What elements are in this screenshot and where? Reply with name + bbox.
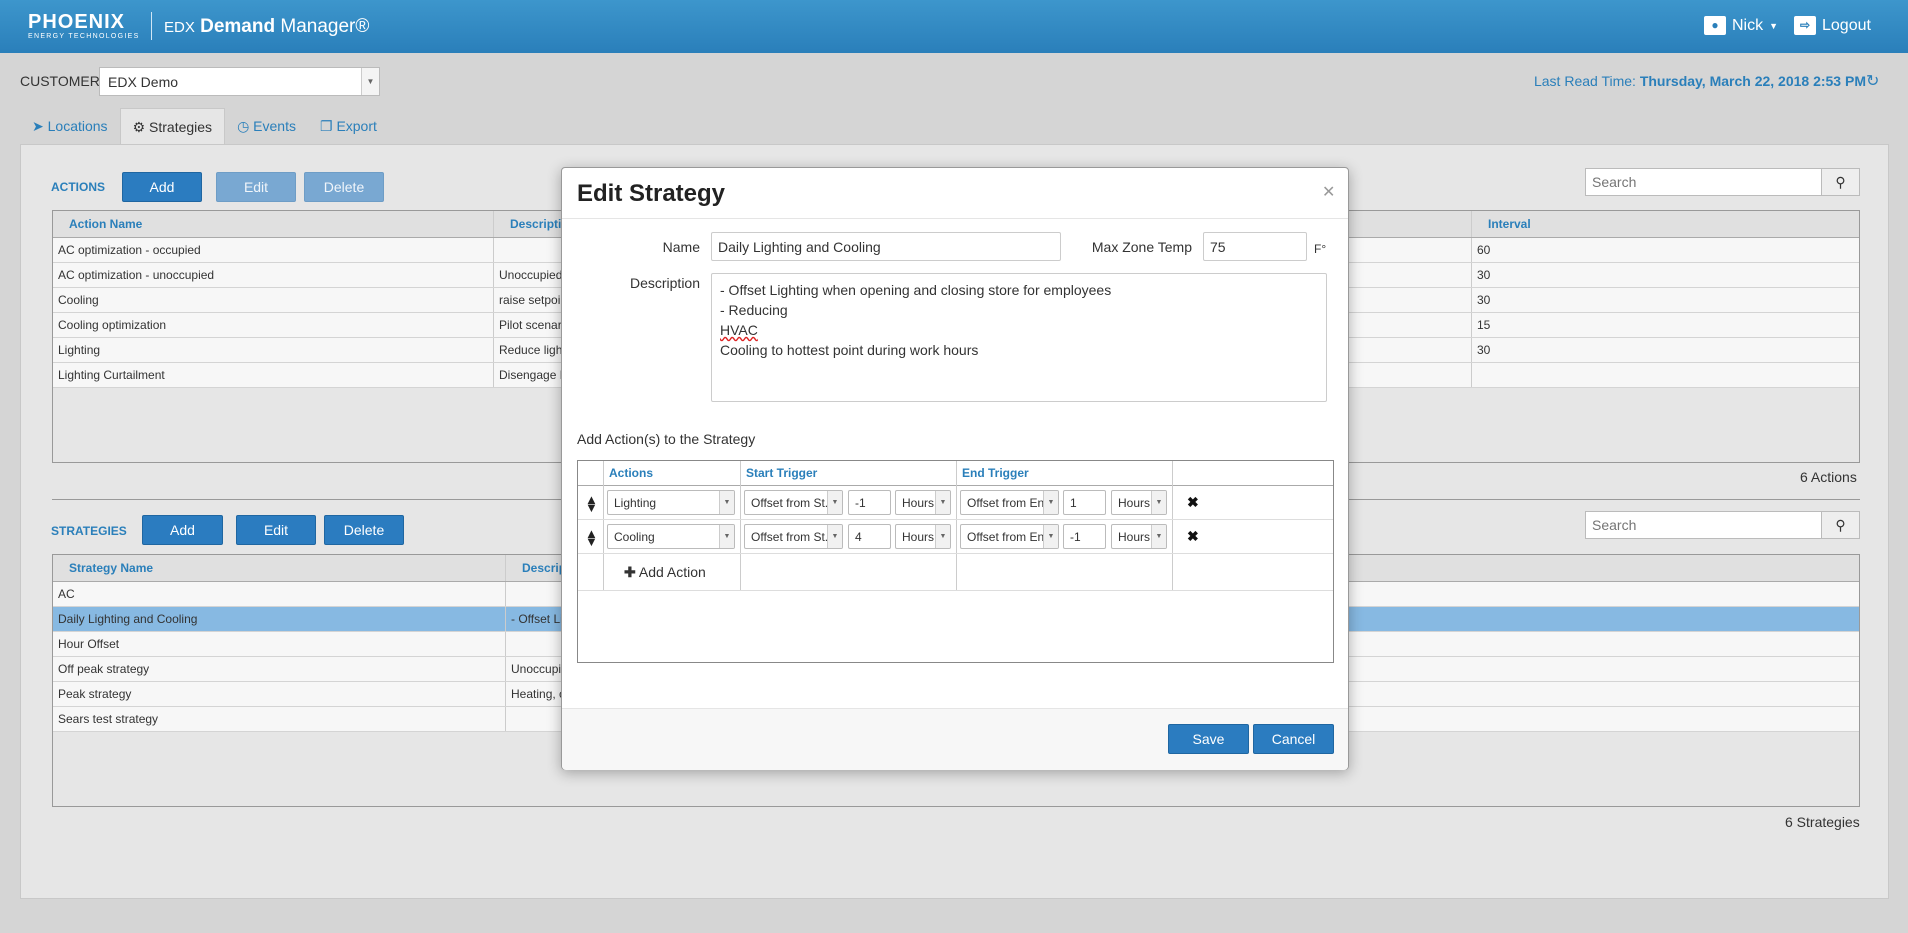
add-actions-label: Add Action(s) to the Strategy bbox=[577, 431, 756, 447]
start-trigger-select[interactable]: Offset from St... ▼ bbox=[744, 490, 843, 515]
strategies-delete-button[interactable]: Delete bbox=[324, 515, 404, 545]
end-offset-input[interactable]: 1 bbox=[1063, 490, 1106, 515]
col-interval[interactable]: Interval bbox=[1472, 211, 1859, 237]
logout-icon: ⇨ bbox=[1794, 16, 1816, 35]
name-input[interactable]: Daily Lighting and Cooling bbox=[711, 232, 1061, 261]
logout-button[interactable]: ⇨ Logout bbox=[1794, 16, 1871, 35]
modal-title: Edit Strategy bbox=[577, 180, 726, 207]
clock-icon: ◷ bbox=[237, 118, 250, 134]
search-icon[interactable]: ⚲ bbox=[1821, 512, 1859, 538]
strategies-search: ⚲ bbox=[1585, 511, 1860, 539]
app-title: EDX Demand Manager® bbox=[164, 16, 370, 37]
action-select[interactable]: Cooling ▼ bbox=[607, 524, 735, 549]
strategy-action-row: ▲ ▼ Cooling ▼ Offset from St... ▼ 4 Hours ▼ … bbox=[578, 520, 1333, 554]
tab-export[interactable]: ❐ Export bbox=[308, 108, 389, 144]
start-trigger-select[interactable]: Offset from St... ▼ bbox=[744, 524, 843, 549]
user-menu[interactable]: ● Nick ▼ bbox=[1704, 16, 1778, 35]
actions-count: 6 Actions bbox=[1800, 469, 1857, 485]
dropdown-arrow-icon: ▼ bbox=[1043, 525, 1058, 548]
actions-search-input[interactable] bbox=[1586, 169, 1821, 195]
strategy-action-row: ▲ ▼ Lighting ▼ Offset from St... ▼ -1 Hours… bbox=[578, 486, 1333, 520]
max-zone-temp-label: Max Zone Temp bbox=[1091, 239, 1192, 255]
start-offset-input[interactable]: 4 bbox=[848, 524, 891, 549]
strategies-title: STRATEGIES bbox=[51, 524, 127, 538]
temp-unit-label: F° bbox=[1314, 242, 1327, 256]
dropdown-arrow-icon: ▼ bbox=[827, 491, 842, 514]
col-action-name[interactable]: Action Name bbox=[53, 211, 494, 237]
customer-select[interactable]: EDX Demo ▼ bbox=[99, 67, 380, 96]
dropdown-arrow-icon: ▼ bbox=[1043, 491, 1058, 514]
dropdown-arrow-icon: ▼ bbox=[935, 491, 950, 514]
save-button[interactable]: Save bbox=[1168, 724, 1249, 754]
gear-icon: ⚙ bbox=[132, 119, 146, 135]
strategies-search-input[interactable] bbox=[1586, 512, 1821, 538]
strategies-edit-button[interactable]: Edit bbox=[236, 515, 316, 545]
max-zone-temp-input[interactable]: 75 bbox=[1203, 232, 1307, 261]
end-trigger-select[interactable]: Offset from End ▼ bbox=[960, 524, 1059, 549]
caret-down-icon: ▼ bbox=[1769, 20, 1779, 31]
dropdown-arrow-icon: ▼ bbox=[719, 525, 734, 548]
search-icon[interactable]: ⚲ bbox=[1821, 169, 1859, 195]
strategies-count: 6 Strategies bbox=[1785, 814, 1860, 830]
customer-label: CUSTOMER bbox=[20, 73, 100, 89]
tab-locations[interactable]: ➤ Locations bbox=[20, 108, 120, 144]
phoenix-logo: PHOENIX ENERGY TECHNOLOGIES bbox=[28, 11, 140, 40]
dropdown-arrow-icon: ▼ bbox=[827, 525, 842, 548]
plus-icon: ✚ bbox=[624, 564, 636, 580]
remove-action-icon[interactable]: ✖ bbox=[1187, 494, 1199, 511]
modal-header-divider bbox=[562, 218, 1348, 219]
strategies-add-button[interactable]: Add bbox=[142, 515, 223, 545]
end-trigger-select[interactable]: Offset from End ▼ bbox=[960, 490, 1059, 515]
actions-delete-button[interactable]: Delete bbox=[304, 172, 384, 202]
refresh-icon[interactable]: ↻ bbox=[1866, 71, 1879, 91]
tab-events[interactable]: ◷ Events bbox=[225, 108, 308, 144]
cancel-button[interactable]: Cancel bbox=[1253, 724, 1334, 754]
strategy-actions-table: Actions Start Trigger End Trigger ▲ ▼ Lig… bbox=[577, 460, 1334, 663]
end-offset-input[interactable]: -1 bbox=[1063, 524, 1106, 549]
col-actions: Actions bbox=[609, 466, 654, 480]
top-bar: PHOENIX ENERGY TECHNOLOGIES EDX Demand M… bbox=[0, 0, 1908, 53]
copy-icon: ❐ bbox=[319, 118, 333, 134]
actions-edit-button[interactable]: Edit bbox=[216, 172, 296, 202]
remove-action-icon[interactable]: ✖ bbox=[1187, 528, 1199, 545]
close-icon[interactable]: ✕ bbox=[1322, 182, 1335, 202]
user-icon: ● bbox=[1704, 16, 1726, 35]
sort-handle-icon[interactable]: ▲ ▼ bbox=[585, 527, 598, 548]
start-unit-select[interactable]: Hours ▼ bbox=[895, 490, 951, 515]
start-unit-select[interactable]: Hours ▼ bbox=[895, 524, 951, 549]
actions-add-button[interactable]: Add bbox=[122, 172, 202, 202]
action-select[interactable]: Lighting ▼ bbox=[607, 490, 735, 515]
last-read-time: Last Read Time: Thursday, March 22, 2018… bbox=[1533, 73, 1866, 89]
actions-search: ⚲ bbox=[1585, 168, 1860, 196]
col-strategy-name[interactable]: Strategy Name bbox=[53, 555, 506, 581]
dropdown-arrow-icon: ▼ bbox=[935, 525, 950, 548]
dropdown-arrow-icon: ▼ bbox=[719, 491, 734, 514]
main-tabs: ➤ Locations ⚙ Strategies ◷ Events ❐ Expo… bbox=[20, 108, 389, 144]
tab-strategies[interactable]: ⚙ Strategies bbox=[119, 108, 226, 144]
location-arrow-icon: ➤ bbox=[32, 118, 44, 134]
add-action-button[interactable]: ✚ Add Action bbox=[624, 564, 706, 581]
dropdown-arrow-icon: ▼ bbox=[1151, 491, 1166, 514]
col-end-trigger: End Trigger bbox=[962, 466, 1029, 480]
edit-strategy-modal: Edit Strategy ✕ Name Daily Lighting and … bbox=[561, 167, 1349, 770]
dropdown-arrow-icon: ▼ bbox=[1151, 525, 1166, 548]
sort-handle-icon[interactable]: ▲ ▼ bbox=[585, 493, 598, 514]
end-unit-select[interactable]: Hours ▼ bbox=[1111, 524, 1167, 549]
start-offset-input[interactable]: -1 bbox=[848, 490, 891, 515]
end-unit-select[interactable]: Hours ▼ bbox=[1111, 490, 1167, 515]
description-label: Description bbox=[629, 275, 700, 291]
actions-title: ACTIONS bbox=[51, 180, 105, 194]
dropdown-arrow-icon: ▼ bbox=[361, 68, 379, 95]
description-textarea[interactable]: - Offset Lighting when opening and closi… bbox=[711, 273, 1327, 402]
logo-divider bbox=[151, 12, 152, 40]
name-label: Name bbox=[662, 239, 700, 255]
col-start-trigger: Start Trigger bbox=[746, 466, 818, 480]
